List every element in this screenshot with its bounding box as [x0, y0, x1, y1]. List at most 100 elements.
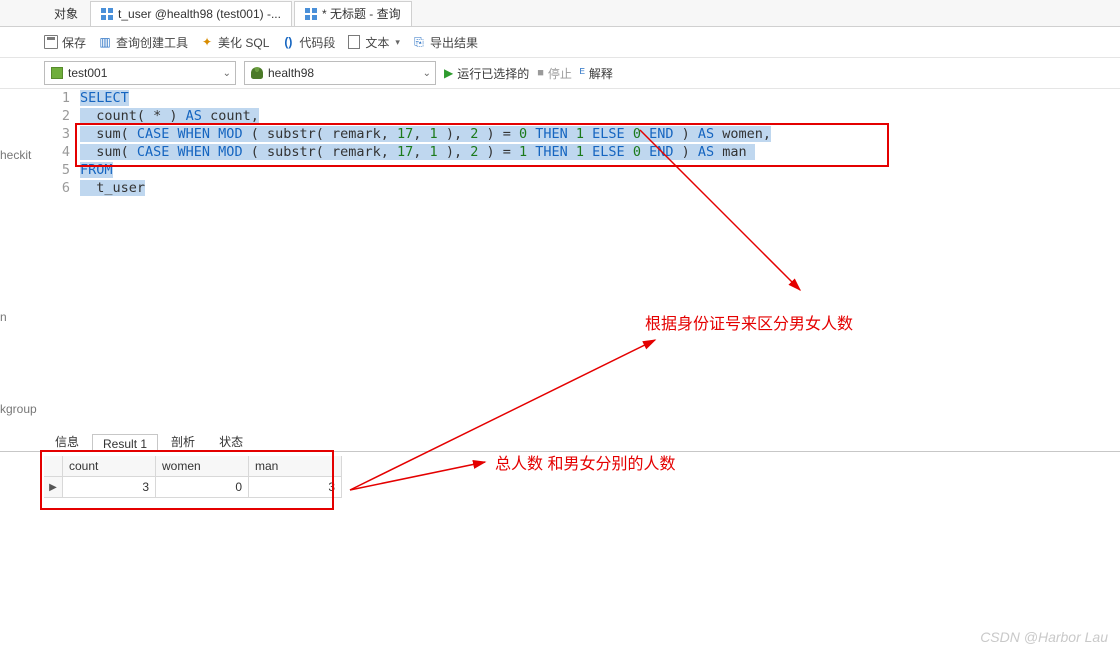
- connection-dropdown[interactable]: test001 ⌄: [44, 61, 236, 85]
- sql-keyword: THEN: [527, 144, 576, 160]
- connection-name: test001: [68, 66, 107, 80]
- line-number: 6: [0, 179, 80, 197]
- row-selector-header: [44, 456, 63, 477]
- explain-icon: ᴱ: [580, 66, 585, 80]
- explain-label: 解释: [589, 65, 613, 82]
- table-icon: [305, 8, 317, 20]
- sql-number: 1: [576, 126, 584, 142]
- explain-button[interactable]: ᴱ 解释: [580, 65, 613, 82]
- sql-keyword: FROM: [80, 162, 113, 178]
- result-tab-strip: 信息 Result 1 剖析 状态: [0, 429, 1120, 452]
- tab-status[interactable]: 状态: [208, 430, 254, 451]
- sql-keyword: END: [641, 126, 682, 142]
- sql-number: 0: [633, 126, 641, 142]
- tab-label: * 无标题 - 查询: [322, 5, 401, 22]
- sql-keyword: ELSE: [584, 144, 633, 160]
- sql-token: ,: [413, 126, 429, 142]
- sql-keyword: SELECT: [80, 90, 129, 106]
- sql-number: 1: [519, 144, 527, 160]
- row-indicator-icon: ▶: [44, 477, 63, 498]
- cell-man[interactable]: 3: [249, 477, 342, 498]
- connection-icon: [51, 67, 63, 79]
- column-header-women[interactable]: women: [156, 456, 249, 477]
- query-builder-button[interactable]: ▥ 查询创建工具: [98, 34, 188, 51]
- sql-keyword: THEN: [527, 126, 576, 142]
- sql-token: ( substr( remark,: [243, 144, 397, 160]
- column-header-man[interactable]: man: [249, 456, 342, 477]
- export-button[interactable]: ⎘ 导出结果: [412, 34, 478, 51]
- query-builder-label: 查询创建工具: [116, 34, 188, 51]
- save-icon: [44, 35, 58, 49]
- sql-token: ): [682, 144, 698, 160]
- save-button[interactable]: 保存: [44, 34, 86, 51]
- table-row[interactable]: ▶ 3 0 3: [44, 477, 1120, 498]
- cutoff-text-2: kgroup: [0, 402, 37, 416]
- sql-keyword: CASE WHEN MOD: [137, 126, 243, 142]
- tab-label: 对象: [54, 5, 78, 22]
- sql-token: sum(: [96, 126, 137, 142]
- window-tab-strip: 对象 t_user @health98 (test001) -... * 无标题…: [0, 0, 1120, 27]
- column-header-count[interactable]: count: [63, 456, 156, 477]
- paren-icon: (): [281, 35, 295, 49]
- tab-objects[interactable]: 对象: [44, 1, 88, 25]
- cell-women[interactable]: 0: [156, 477, 249, 498]
- sql-token: ( substr( remark,: [243, 126, 397, 142]
- query-builder-icon: ▥: [98, 35, 112, 49]
- export-icon: ⎘: [412, 35, 426, 49]
- tab-info[interactable]: 信息: [44, 430, 90, 451]
- annotation-text-2: 总人数 和男女分别的人数: [495, 450, 675, 474]
- sql-keyword: AS: [698, 144, 714, 160]
- sql-number: 1: [430, 144, 438, 160]
- cutoff-text-1: n: [0, 310, 7, 324]
- tab-untitled-query[interactable]: * 无标题 - 查询: [294, 1, 412, 26]
- sql-keyword: AS: [698, 126, 714, 142]
- sql-number: 17: [397, 144, 413, 160]
- sql-token: ) =: [478, 144, 519, 160]
- beautify-sql-button[interactable]: ✦美化 SQL: [200, 34, 269, 51]
- text-label: 文本: [365, 34, 389, 51]
- sql-keyword: END: [641, 144, 682, 160]
- sql-number: 17: [397, 126, 413, 142]
- sql-keyword: CASE WHEN MOD: [137, 144, 243, 160]
- code-snippet-button[interactable]: () 代码段: [281, 34, 335, 51]
- sql-number: 1: [576, 144, 584, 160]
- sql-number: 0: [519, 126, 527, 142]
- snippet-label: 代码段: [299, 34, 335, 51]
- sql-editor[interactable]: 1SELECT 2 count( * ) AS count, 3 sum( CA…: [0, 89, 1120, 409]
- tab-tuser[interactable]: t_user @health98 (test001) -...: [90, 1, 292, 26]
- text-button[interactable]: 文本 ▾: [347, 34, 400, 51]
- sql-token: count( * ): [96, 108, 185, 124]
- sql-token: man: [714, 144, 755, 160]
- cell-count[interactable]: 3: [63, 477, 156, 498]
- play-icon: ▶: [444, 66, 453, 80]
- tab-label: t_user @health98 (test001) -...: [118, 7, 281, 21]
- database-dropdown[interactable]: health98 ⌄: [244, 61, 436, 85]
- line-number: 3: [0, 125, 80, 143]
- line-number: 5: [0, 161, 80, 179]
- stop-label: 停止: [548, 65, 572, 82]
- beautify-label: 美化 SQL: [218, 34, 269, 51]
- line-number: 1: [0, 89, 80, 107]
- sql-keyword: ELSE: [584, 126, 633, 142]
- tab-result1[interactable]: Result 1: [92, 434, 158, 452]
- watermark: CSDN @Harbor Lau: [980, 629, 1108, 645]
- annotation-text-1: 根据身份证号来区分男女人数: [645, 310, 853, 334]
- chevron-down-icon: ⌄: [423, 68, 431, 79]
- tab-profile[interactable]: 剖析: [160, 430, 206, 451]
- stop-button[interactable]: ■停止: [537, 65, 572, 82]
- run-label: 运行已选择的: [457, 65, 529, 82]
- save-label: 保存: [62, 34, 86, 51]
- sql-token: ) =: [478, 126, 519, 142]
- cutoff-text-0: heckit: [0, 148, 31, 162]
- chevron-down-icon: ▾: [395, 37, 400, 48]
- sql-number: 0: [633, 144, 641, 160]
- document-icon: [347, 35, 361, 49]
- sql-token: count,: [202, 108, 259, 124]
- chevron-down-icon: ⌄: [223, 68, 231, 79]
- run-selected-button[interactable]: ▶ 运行已选择的: [444, 65, 529, 82]
- line-number: 2: [0, 107, 80, 125]
- sql-keyword: AS: [186, 108, 202, 124]
- sql-token: ): [682, 126, 698, 142]
- export-label: 导出结果: [430, 34, 478, 51]
- table-icon: [101, 8, 113, 20]
